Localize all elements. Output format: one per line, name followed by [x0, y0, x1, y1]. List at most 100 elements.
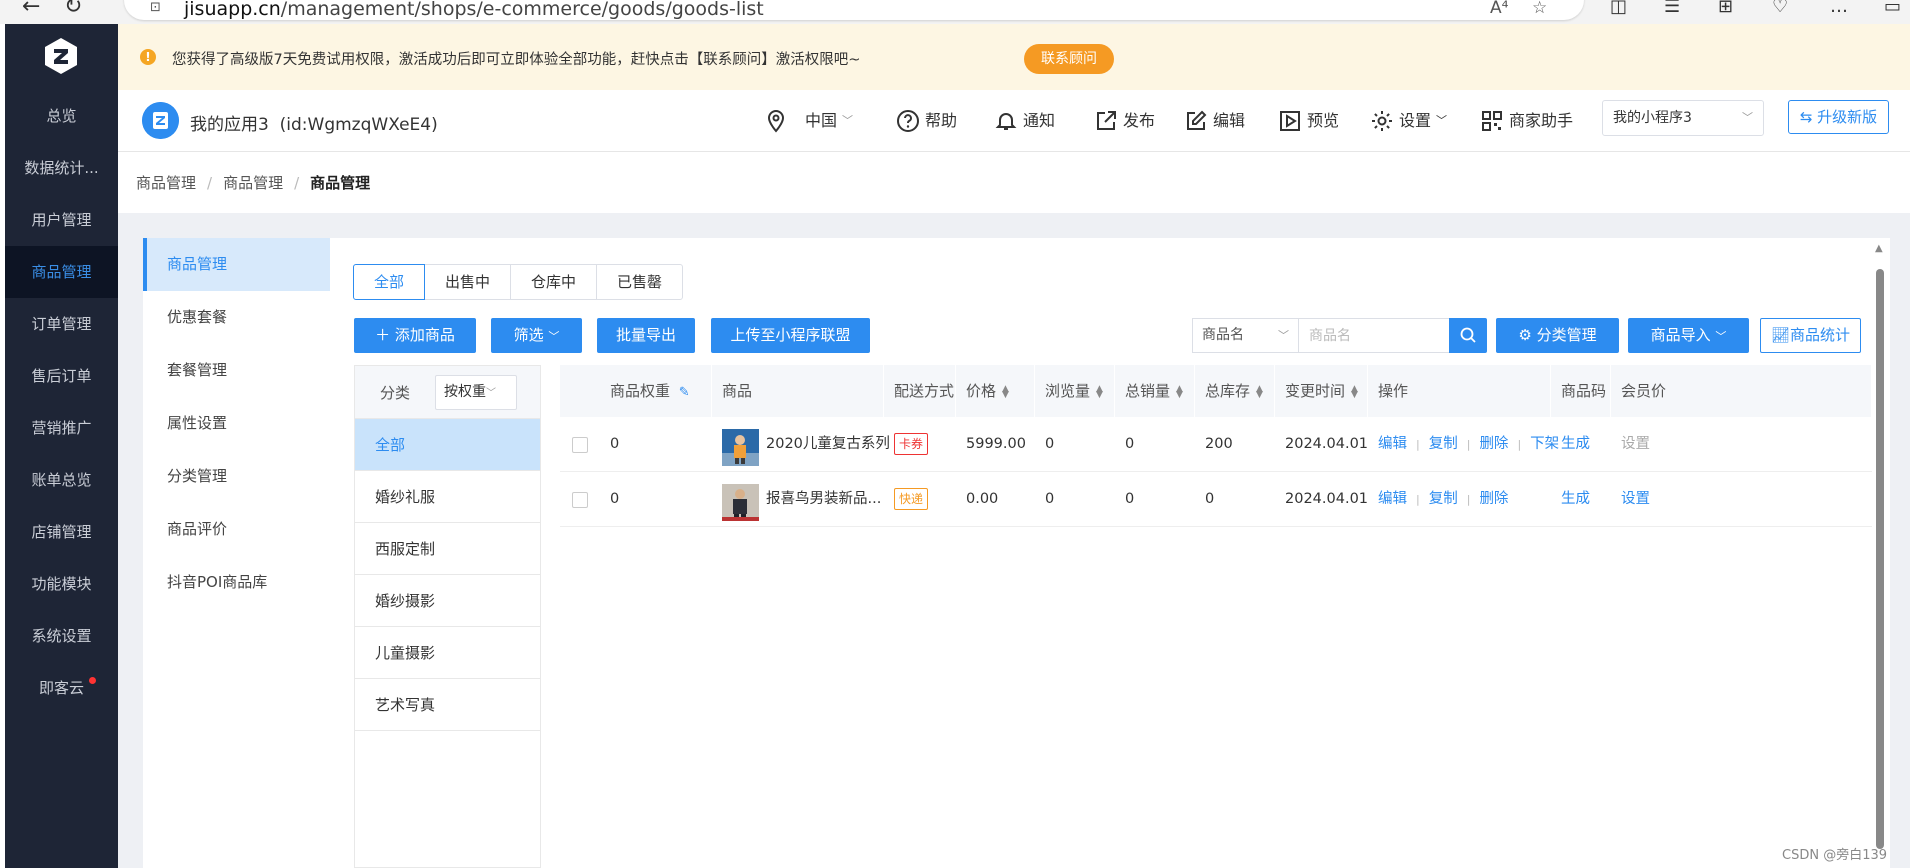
row-checkbox[interactable] [572, 492, 588, 508]
upload-union-button[interactable]: 上传至小程序联盟 [711, 318, 870, 353]
row-checkbox[interactable] [572, 437, 588, 453]
sidebar-item-products[interactable]: 商品管理 [5, 246, 118, 298]
edit-link[interactable]: 编辑 [1378, 491, 1407, 507]
subnav-item-bundles[interactable]: 优惠套餐 [143, 291, 330, 344]
column-header-sales[interactable]: 总销量 ▲ ▼ [1115, 365, 1195, 417]
region-select[interactable]: 中国 ﹀ [764, 106, 853, 136]
split-screen-icon[interactable]: ◫ [1610, 0, 1627, 17]
unlist-link[interactable]: 下架 [1530, 436, 1559, 452]
contact-advisor-button[interactable]: 联系顾问 [1024, 44, 1114, 74]
category-item[interactable]: 婚纱礼服 [355, 470, 540, 522]
scroll-up-icon[interactable]: ▲ [1875, 243, 1883, 254]
sort-icon[interactable]: ▲ ▼ [1096, 384, 1103, 399]
generate-code-link[interactable]: 生成 [1561, 472, 1590, 527]
generate-code-link[interactable]: 生成 [1561, 417, 1590, 472]
url-text[interactable]: jisuapp.cn/management/shops/e-commerce/g… [184, 0, 764, 20]
read-aloud-icon[interactable]: A⁴ [1490, 0, 1508, 18]
category-item[interactable]: 儿童摄影 [355, 626, 540, 678]
sort-icon[interactable]: ▲ ▼ [1351, 384, 1358, 399]
subnav-item-categories[interactable]: 分类管理 [143, 450, 330, 503]
sidebar-item-aftersale[interactable]: 售后订单 [5, 350, 118, 402]
sidebar-item-modules[interactable]: 功能模块 [5, 558, 118, 610]
sidebar-item-store[interactable]: 店铺管理 [5, 506, 118, 558]
edit-link[interactable]: 编辑 [1378, 436, 1407, 452]
search-field-select[interactable]: 商品名 ﹀ [1192, 318, 1298, 353]
cell-product-name[interactable]: 2020儿童复古系列 [766, 417, 890, 472]
category-item[interactable]: 西服定制 [355, 522, 540, 574]
tab-sold-out[interactable]: 已售罄 [596, 264, 684, 300]
tab-all[interactable]: 全部 [353, 264, 426, 300]
subnav-item-packages[interactable]: 套餐管理 [143, 344, 330, 397]
address-bar[interactable]: ⊡ jisuapp.cn/management/shops/e-commerce… [124, 0, 1584, 20]
favorites-icon[interactable]: ☰ [1664, 0, 1680, 17]
category-item[interactable]: 艺术写真 [355, 678, 540, 730]
more-icon[interactable]: … [1830, 0, 1848, 17]
back-icon[interactable]: ← [22, 0, 40, 19]
favorite-star-icon[interactable]: ☆ [1532, 0, 1547, 18]
sort-icon[interactable]: ▲ ▼ [1002, 384, 1009, 399]
sidebar-item-marketing[interactable]: 营销推广 [5, 402, 118, 454]
category-item[interactable]: 婚纱摄影 [355, 574, 540, 626]
copy-link[interactable]: 复制 [1429, 491, 1458, 507]
member-price-link[interactable]: 设置 [1621, 472, 1650, 527]
sidebar-item-jikeyun[interactable]: 即客云 [5, 662, 118, 714]
help-link[interactable]: 帮助 [896, 106, 957, 136]
trial-notice: ! 您获得了高级版7天免费试用权限，激活成功后即可立即体验全部功能，赶快点击【联… [118, 24, 1910, 90]
sidebar-item-overview[interactable]: 总览 [5, 90, 118, 142]
tab-on-sale[interactable]: 出售中 [424, 264, 512, 300]
sidebar-item-system[interactable]: 系统设置 [5, 610, 118, 662]
product-thumbnail[interactable] [722, 484, 759, 521]
collections-icon[interactable]: ⊞ [1718, 0, 1733, 17]
settings-menu[interactable]: 设置 ﹀ [1370, 106, 1447, 136]
merchant-helper-link[interactable]: 商家助手 [1480, 106, 1573, 136]
delete-link[interactable]: 删除 [1479, 491, 1508, 507]
add-product-button[interactable]: ＋ 添加商品 [354, 318, 476, 353]
subnav-item-douyin-poi[interactable]: 抖音POI商品库 [143, 556, 330, 609]
scrollbar-thumb[interactable] [1876, 269, 1884, 849]
preview-link[interactable]: 预览 [1278, 106, 1339, 136]
product-import-button[interactable]: 商品导入 ﹀ [1628, 318, 1749, 353]
sort-icon[interactable]: ▲ ▼ [1176, 384, 1183, 399]
product-stats-button[interactable]: 📈︎商品统计 [1760, 318, 1861, 353]
subnav-item-attributes[interactable]: 属性设置 [143, 397, 330, 450]
sidebar-item-users[interactable]: 用户管理 [5, 194, 118, 246]
copy-link[interactable]: 复制 [1429, 436, 1458, 452]
refresh-icon[interactable]: ↻ [64, 0, 82, 19]
subnav-item-reviews[interactable]: 商品评价 [143, 503, 330, 556]
sidebar-item-orders[interactable]: 订单管理 [5, 298, 118, 350]
site-info-icon[interactable]: ⊡ [150, 0, 161, 15]
tab-in-warehouse[interactable]: 仓库中 [510, 264, 598, 300]
column-header-views[interactable]: 浏览量 ▲ ▼ [1035, 365, 1115, 417]
notify-link[interactable]: 通知 [994, 106, 1055, 136]
filter-button[interactable]: 筛选 ﹀ [491, 318, 582, 353]
column-header-stock[interactable]: 总库存 ▲ ▼ [1195, 365, 1275, 417]
edit-link[interactable]: 编辑 [1184, 106, 1245, 136]
batch-export-button[interactable]: 批量导出 [597, 318, 695, 353]
subnav-item-products[interactable]: 商品管理 [143, 238, 330, 291]
app-avatar[interactable] [142, 102, 179, 139]
edit-pencil-icon[interactable]: ✎ [679, 385, 690, 400]
column-header-price[interactable]: 价格 ▲ ▼ [956, 365, 1035, 417]
delete-link[interactable]: 删除 [1479, 436, 1508, 452]
category-mgmt-button[interactable]: ⚙ 分类管理 [1496, 318, 1619, 353]
sidebar-toggle-icon[interactable]: ▭ [1884, 0, 1901, 17]
sort-icon[interactable]: ▲ ▼ [1256, 384, 1263, 399]
search-input[interactable] [1298, 318, 1450, 353]
search-button[interactable] [1449, 318, 1487, 353]
cell-product-name[interactable]: 报喜鸟男装新品... [766, 472, 881, 527]
mini-program-select[interactable]: 我的小程序3 ﹀ [1602, 100, 1764, 136]
sidebar-item-billing[interactable]: 账单总览 [5, 454, 118, 506]
upgrade-button[interactable]: ⇆ 升级新版 [1788, 100, 1889, 134]
page-scrollbar[interactable]: ▲ [1875, 243, 1885, 863]
product-thumbnail[interactable] [722, 429, 759, 466]
member-price-link[interactable]: 设置 [1621, 417, 1650, 472]
breadcrumb-item[interactable]: 商品管理 [136, 174, 196, 192]
sidebar-item-statistics[interactable]: 数据统计... [5, 142, 118, 194]
breadcrumb-item[interactable]: 商品管理 [223, 174, 283, 192]
publish-link[interactable]: 发布 [1094, 106, 1155, 136]
category-item-all[interactable]: 全部 [355, 418, 540, 470]
column-header-updated[interactable]: 变更时间 ▲ ▼ [1275, 365, 1368, 417]
browser-essentials-icon[interactable]: ♡ [1772, 0, 1788, 17]
category-sort-select[interactable]: 按权重﹀ [435, 375, 517, 410]
column-header-weight[interactable]: 商品权重 ✎ [560, 365, 712, 417]
